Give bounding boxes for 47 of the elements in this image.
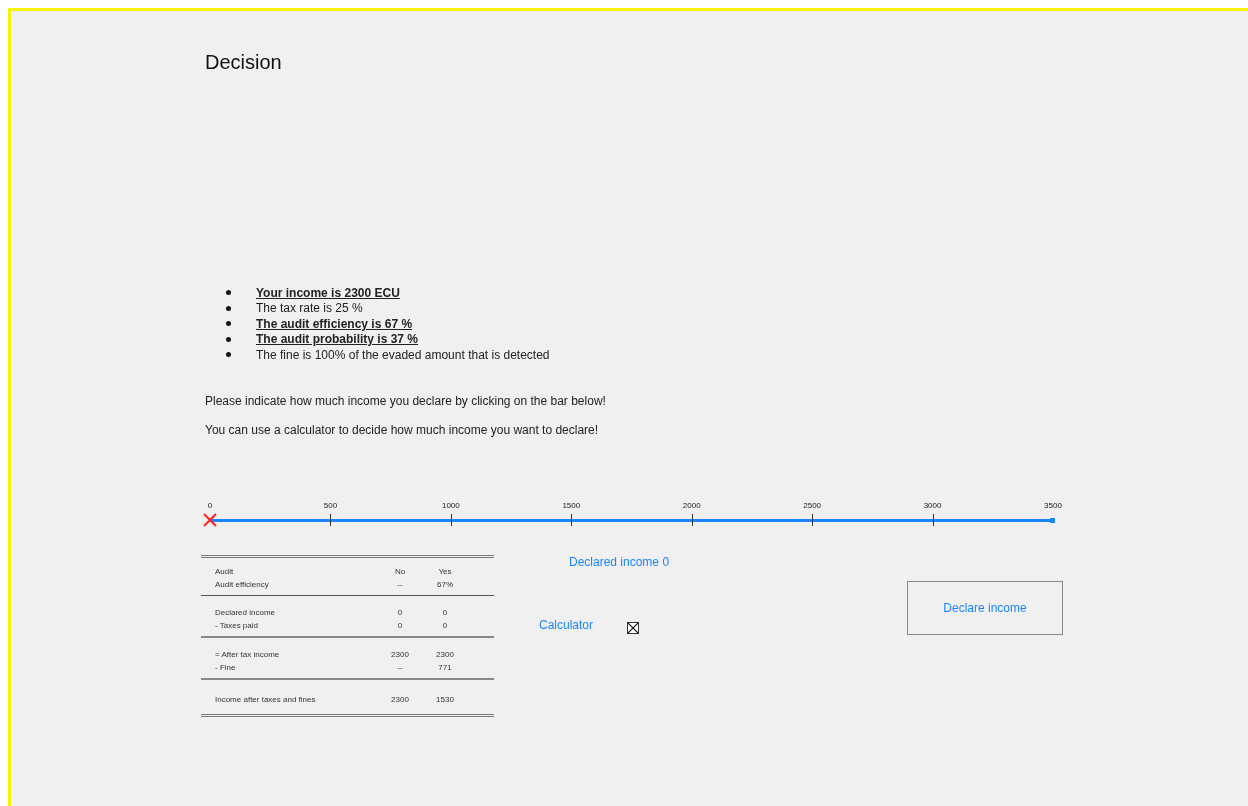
table-cell-text: 67% [436,579,454,589]
table-cell-text: 0 [396,620,404,630]
fact-text: Your income is 2300 ECU [256,285,400,300]
bullet-icon [226,336,231,342]
tick-label: 3000 [923,500,942,510]
tick-label: 2000 [682,500,701,510]
tick-label: 3500 [1044,500,1062,510]
table-cell-text: -- [396,662,404,672]
table-cell-text: 1530 [435,695,455,705]
table-cell-text: = After tax income [215,650,281,660]
tick-label: 2500 [803,500,822,510]
table-cell-text: 771 [437,662,453,672]
calculator-checkbox[interactable] [627,621,640,634]
table-cell-text: 0 [396,608,404,618]
tick-label: 1500 [562,500,581,510]
instruction-text: Please indicate how much income you declare by clicking on the bar below! [205,393,607,408]
page-title: Decision [205,51,283,74]
fact-text: The audit probability is 37 % [256,332,419,347]
bullet-icon [226,290,231,296]
tick-label: 1000 [441,500,460,510]
bullet-icon [226,321,231,327]
calculator-label: Calculator [539,618,594,632]
fact-text: The tax rate is 25 % [256,301,363,316]
instruction-text: You can use a calculator to decide how much income you want to declare! [205,422,600,437]
table-cell-text: -- [396,579,404,589]
declared-income-text: Declared income 0 [569,554,671,569]
bullet-icon [226,352,231,358]
bullet-icon [226,305,231,311]
table-cell-text: Yes [437,567,453,577]
table-cell-text: - Fine [215,662,237,672]
table-cell-text: Declared income [215,608,277,618]
table-cell-text: No [393,567,407,577]
table-cell-text: Audit [215,567,235,577]
table-cell-text: Audit efficiency [215,579,270,589]
table-cell-text: 2300 [390,695,410,705]
cross-icon[interactable] [202,511,218,528]
table-cell-text: 2300 [435,650,455,660]
tick-label: 0 [207,500,213,510]
fact-text: The fine is 100% of the evaded amount that is detected [256,347,550,362]
tick-label: 500 [323,500,338,510]
table-cell-text: - Taxes paid [215,620,259,630]
table-cell-text: 0 [441,620,449,630]
fact-text: The audit efficiency is 67 % [256,316,413,331]
table-cell-text: Income after taxes and fines [215,695,317,705]
declare-income-button[interactable]: Declare income [907,580,1063,635]
table-cell-text: 2300 [390,650,410,660]
table-cell-text: 0 [441,608,449,618]
